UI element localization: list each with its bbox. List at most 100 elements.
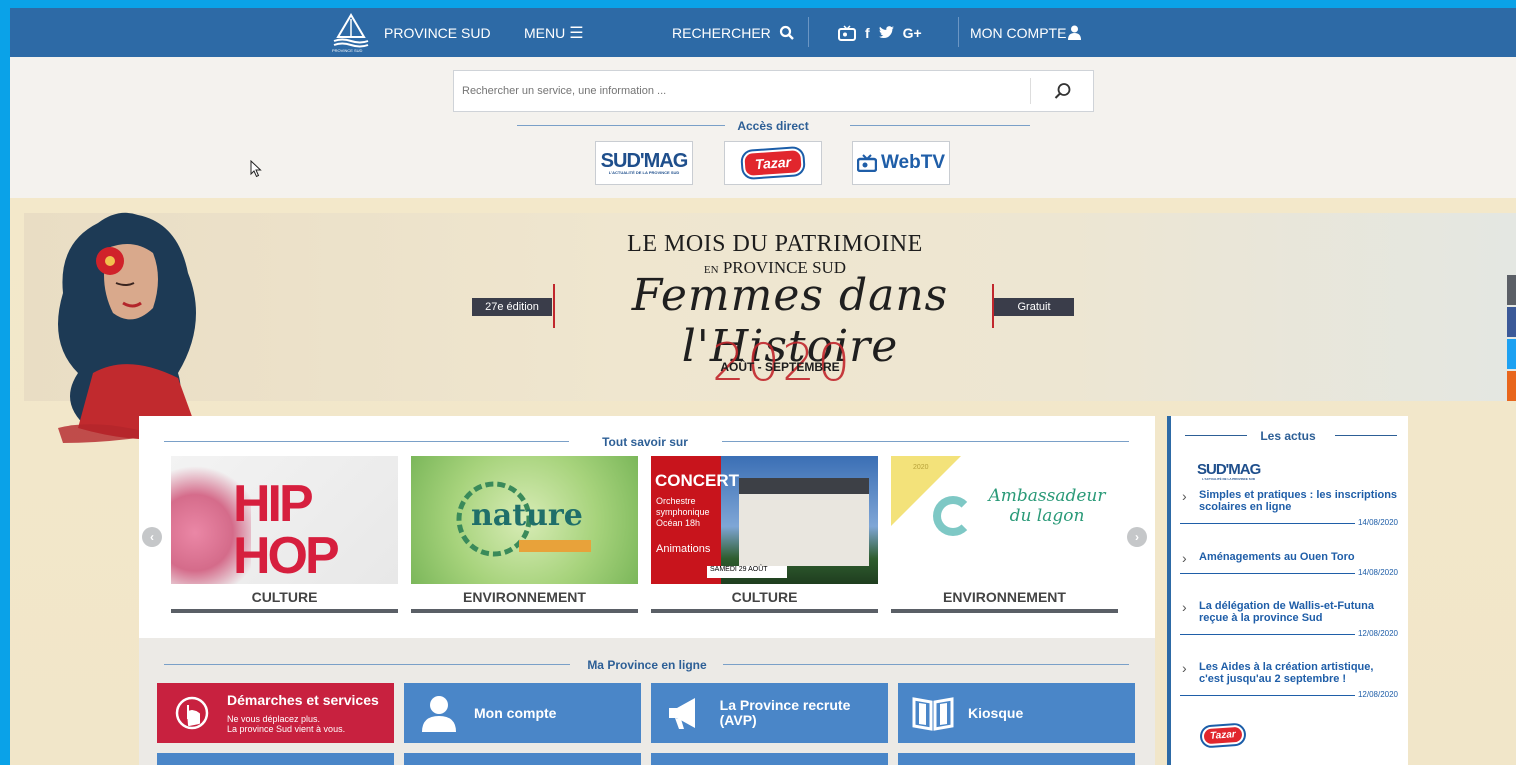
banner-months: AOÛT - SEPTEMBRE [720, 360, 840, 374]
hamburger-icon: ☰ [569, 24, 584, 42]
tazar-link[interactable]: Tazar [724, 141, 822, 185]
card-art-subtext: SAMEDI 29 AOÛT [707, 566, 787, 578]
card-category-label: ENVIRONNEMENT [891, 589, 1118, 613]
search-submit-button[interactable] [1031, 71, 1094, 111]
carousel-card[interactable]: HIP HOP CULTURE [171, 456, 398, 613]
news-date: 12/08/2020 [1180, 690, 1398, 705]
tile[interactable] [157, 753, 394, 765]
card-art-text: HIP HOP [233, 475, 340, 584]
divider [1335, 435, 1397, 436]
facebook-icon[interactable]: f [865, 25, 870, 41]
card-art-subtext: Animations [656, 543, 711, 555]
card-image: HIP HOP [171, 456, 398, 584]
webtv-logo: WebTV [856, 152, 945, 174]
news-item[interactable]: › Simples et pratiques : les inscriptions… [1180, 489, 1398, 533]
webtv-link[interactable]: WebTV [852, 141, 950, 185]
news-item[interactable]: › Aménagements au Ouen Toro 14/08/2020 [1180, 551, 1398, 583]
tile-sub: Ne vous déplacez plus. [227, 714, 321, 724]
tile[interactable] [404, 753, 641, 765]
tile-mon-compte[interactable]: Mon compte [404, 683, 641, 743]
divider [517, 125, 725, 126]
menu-button[interactable]: MENU ☰ [524, 8, 584, 57]
tile-label: Démarches et services [227, 692, 379, 708]
carousel-prev-button[interactable]: ‹ [142, 527, 162, 547]
facebook-share-tab[interactable] [1507, 307, 1516, 337]
chevron-right-icon: › [1182, 488, 1187, 504]
card-art-text: CONCERT [655, 471, 740, 490]
search-icon [1054, 83, 1070, 99]
search-toggle-button[interactable]: RECHERCHER [672, 8, 795, 57]
search-icon [779, 25, 794, 40]
share-tab[interactable] [1507, 275, 1516, 305]
user-icon [1068, 25, 1082, 40]
tile-label: La Province recrute (AVP) [719, 697, 851, 728]
carousel-card[interactable]: nature ENVIRONNEMENT [411, 456, 638, 613]
ma-province-title: Ma Province en ligne [587, 658, 707, 672]
card-art-text: nature [471, 498, 583, 533]
book-icon [898, 693, 968, 733]
tile-kiosque[interactable]: Kiosque [898, 683, 1135, 743]
brand-link[interactable]: PROVINCE SUD [384, 8, 491, 57]
webtv-icon [856, 154, 877, 172]
twitter-icon[interactable] [878, 26, 894, 39]
news-item[interactable]: › La délégation de Wallis-et-Futuna reçue… [1180, 600, 1398, 644]
tout-savoir-title: Tout savoir sur [602, 435, 688, 449]
card-category-label: CULTURE [651, 589, 878, 613]
divider [1185, 435, 1247, 436]
divider [958, 17, 959, 47]
account-button[interactable]: MON COMPTE [970, 8, 1082, 57]
access-title: Accès direct [737, 119, 809, 133]
share-tab[interactable] [1507, 371, 1516, 401]
tazar-logo[interactable]: Tazar [1201, 724, 1245, 747]
tile-text: Démarches et services Ne vous déplacez p… [227, 692, 379, 734]
card-image: 2020 Ambassadeur du lagon [891, 456, 1118, 584]
tile-demarches[interactable]: Démarches et services Ne vous déplacez p… [157, 683, 394, 743]
chevron-right-icon: › [1182, 550, 1187, 566]
sudmag-link[interactable]: SUD'MAG L'ACTUALITÉ DE LA PROVINCE SUD [595, 141, 693, 185]
tile-sub: La province Sud vient à vous. [227, 724, 346, 734]
divider [164, 664, 570, 665]
decor [739, 478, 869, 494]
divider [850, 125, 1030, 126]
free-badge: Gratuit [994, 298, 1074, 316]
carousel-card[interactable]: CONCERT Orchestre symphonique Océan 18h … [651, 456, 878, 613]
carousel-next-button[interactable]: › [1127, 527, 1147, 547]
card-art-subtext: Orchestre symphonique Océan 18h [656, 496, 710, 528]
twitter-share-tab[interactable] [1507, 339, 1516, 369]
tile[interactable] [898, 753, 1135, 765]
sudmag-logo: SUD'MAG L'ACTUALITÉ DE LA PROVINCE SUD [600, 150, 689, 175]
decor [933, 496, 973, 536]
svg-text:PROVINCE SUD: PROVINCE SUD [332, 48, 363, 53]
decor [519, 540, 591, 552]
social-links: f G+ [838, 8, 922, 57]
menu-label: MENU [524, 24, 566, 41]
tazar-logo: Tazar [742, 147, 804, 179]
pointer-hand-icon [157, 693, 227, 733]
tile-recrute[interactable]: La Province recrute (AVP) [651, 683, 888, 743]
carousel-card[interactable]: 2020 Ambassadeur du lagon ENVIRONNEMENT [891, 456, 1118, 613]
news-headline: › Les Aides à la création artistique, c'e… [1182, 660, 1374, 685]
card-image: CONCERT Orchestre symphonique Océan 18h … [651, 456, 878, 584]
user-icon [404, 693, 474, 733]
news-title: Les actus [1260, 429, 1316, 443]
tile-label: Mon compte [474, 705, 557, 721]
megaphone-icon [651, 693, 720, 733]
edition-badge: 27e édition [472, 298, 552, 316]
province-sud-logo[interactable]: PROVINCE SUD [330, 11, 372, 53]
divider [808, 17, 809, 47]
search-bar [453, 70, 1094, 112]
webtv-icon[interactable] [838, 24, 856, 41]
google-plus-icon[interactable]: G+ [903, 25, 922, 41]
sudmag-logo[interactable]: SUD'MAG L'ACTUALITÉ DE LA PROVINCE SUD [1197, 458, 1261, 481]
search-label: RECHERCHER [672, 24, 771, 41]
search-input[interactable] [454, 71, 1030, 111]
tile-label: Kiosque [968, 705, 1024, 721]
news-date: 12/08/2020 [1180, 629, 1398, 644]
news-date: 14/08/2020 [1180, 568, 1398, 583]
news-item[interactable]: › Les Aides à la création artistique, c'e… [1180, 661, 1398, 705]
tile[interactable] [651, 753, 888, 765]
divider [723, 664, 1129, 665]
divider [164, 441, 569, 442]
mouse-cursor-icon [250, 160, 262, 178]
banner-illustration [58, 212, 198, 443]
